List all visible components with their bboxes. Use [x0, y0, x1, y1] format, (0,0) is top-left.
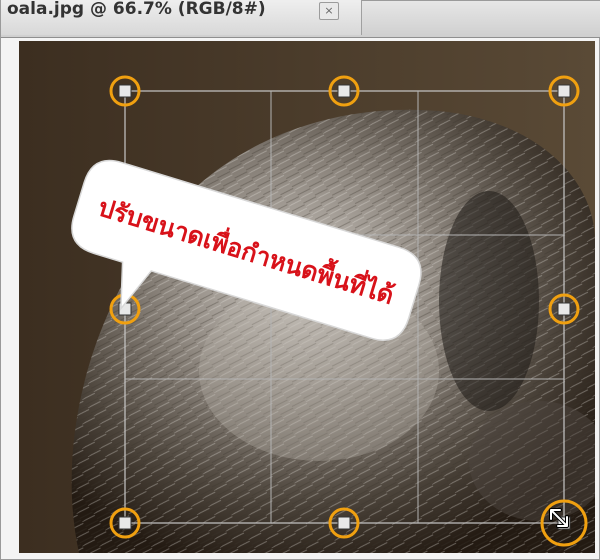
image-canvas[interactable]: ปรับขนาดเพื่อกำหนดพื้นที่ได้ — [19, 41, 595, 553]
crop-canvas: ปรับขนาดเพื่อกำหนดพื้นที่ได้ — [19, 41, 595, 553]
document-window: oala.jpg @ 66.7% (RGB/8#) × ปรับขนาดเพื่… — [0, 0, 600, 560]
document-tab-bar: oala.jpg @ 66.7% (RGB/8#) × — [1, 0, 600, 38]
fur-shadow — [439, 191, 539, 411]
document-tab[interactable]: oala.jpg @ 66.7% (RGB/8#) × — [1, 0, 362, 35]
close-tab-icon[interactable]: × — [319, 2, 339, 20]
document-tab-title: oala.jpg @ 66.7% (RGB/8#) — [7, 0, 266, 19]
